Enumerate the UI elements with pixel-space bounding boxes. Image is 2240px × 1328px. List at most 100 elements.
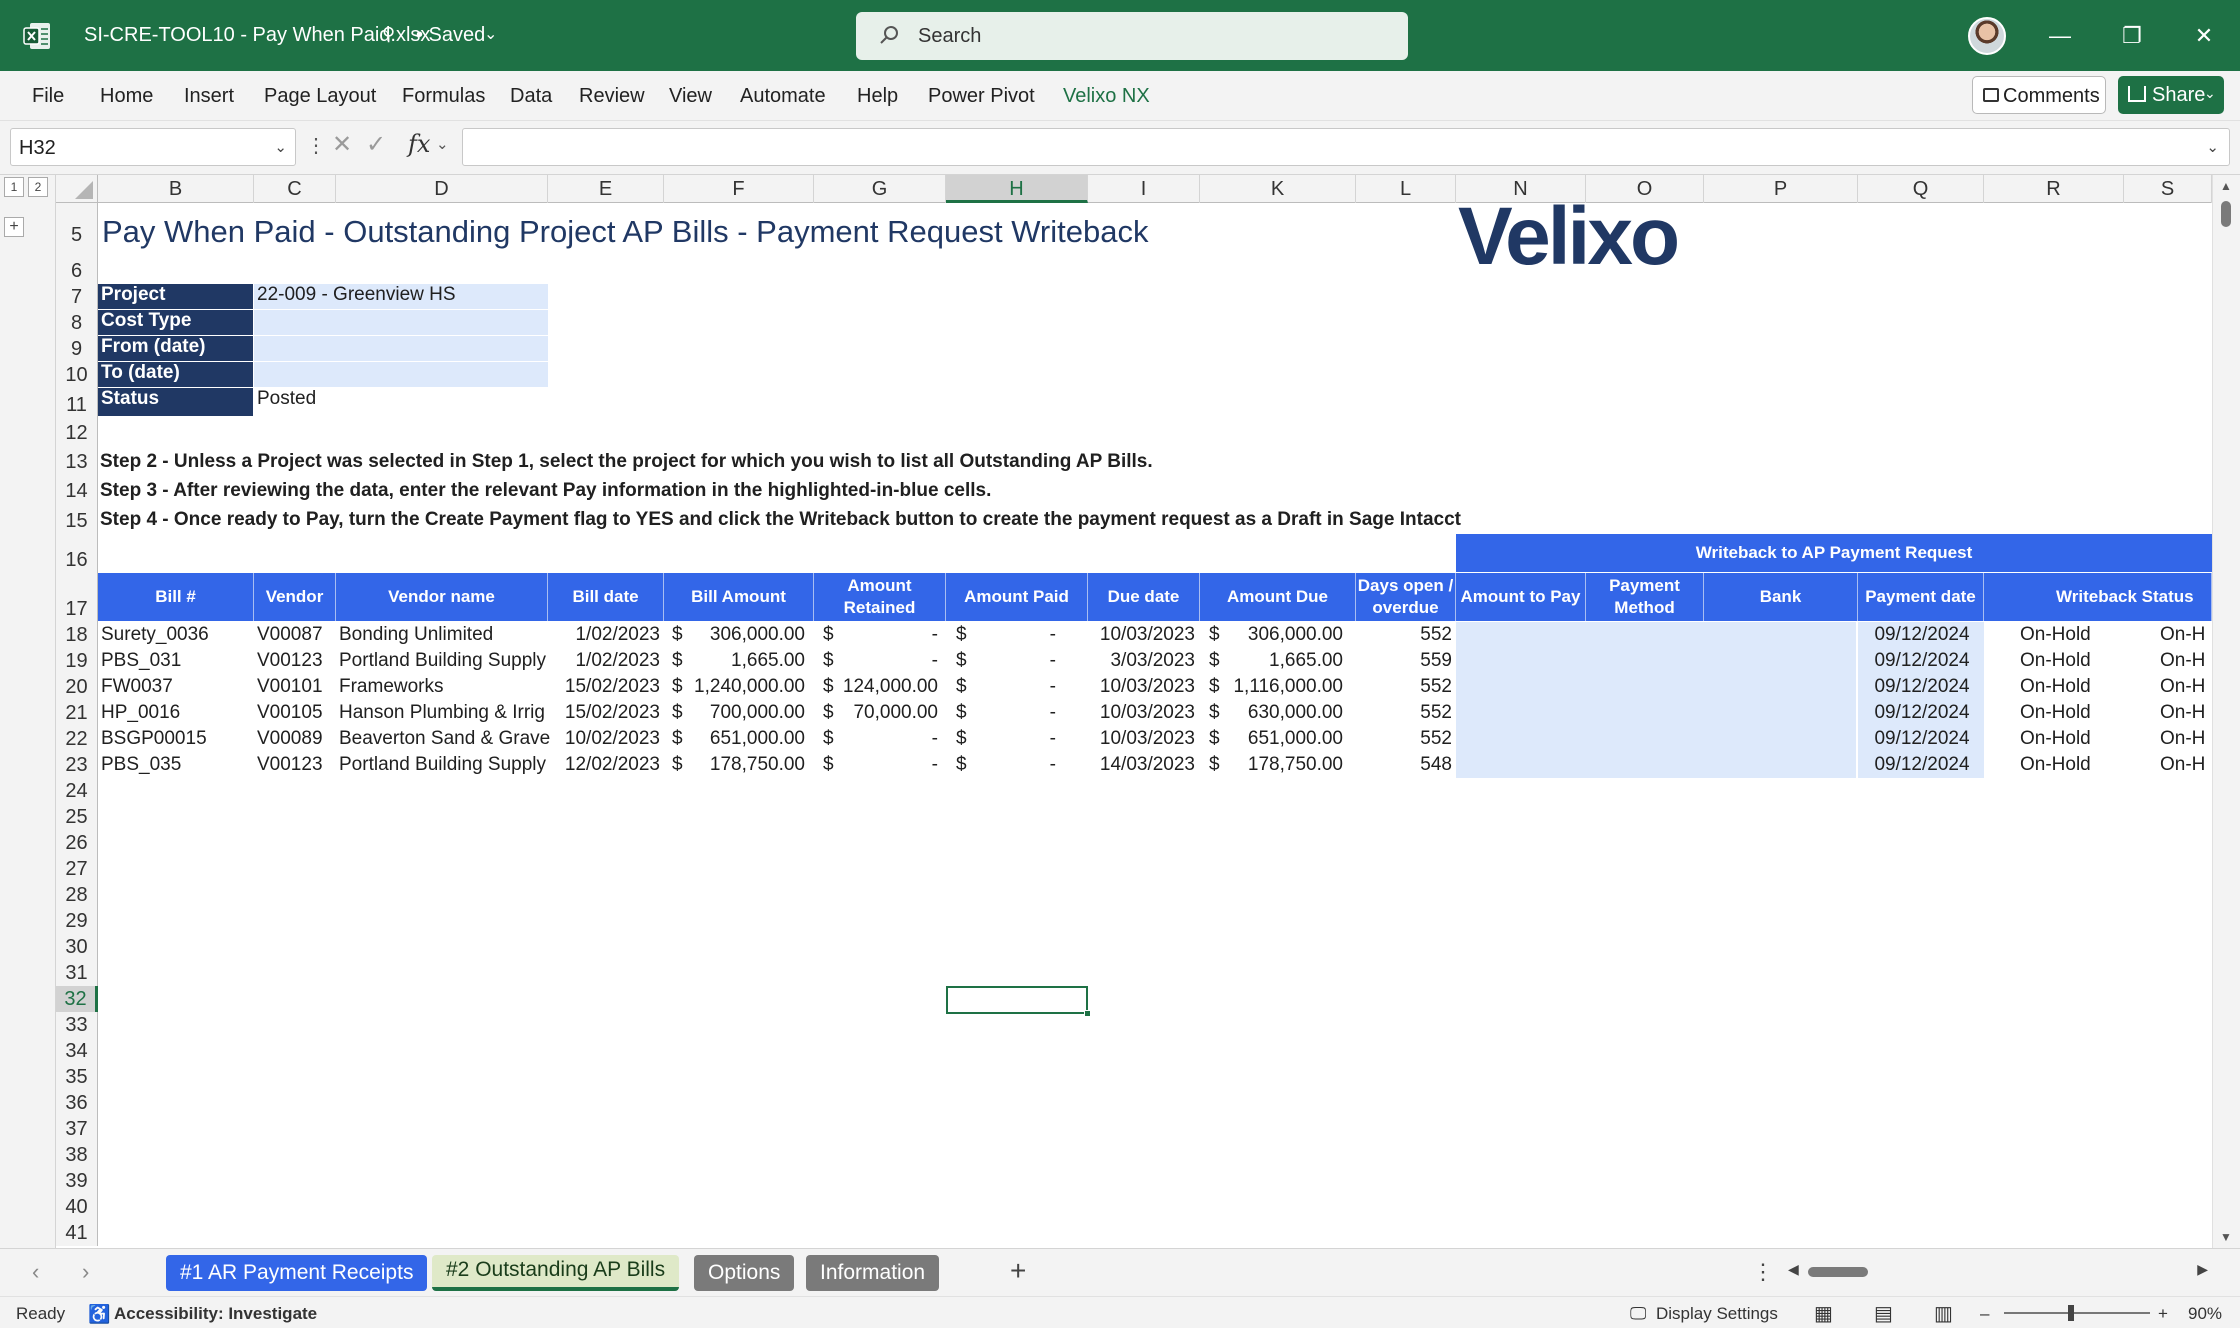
- tab-formulas[interactable]: Formulas: [402, 85, 485, 108]
- row-header-8[interactable]: 8: [56, 310, 98, 336]
- column-header-r[interactable]: R: [1984, 175, 2124, 203]
- param-value[interactable]: [254, 310, 548, 335]
- row-header-32[interactable]: 32: [56, 986, 98, 1012]
- vertical-scroll-thumb[interactable]: [2221, 201, 2231, 227]
- display-settings-button[interactable]: Display Settings: [1656, 1304, 1778, 1324]
- display-settings-icon[interactable]: 🖵: [1630, 1304, 1646, 1324]
- row-header-9[interactable]: 9: [56, 336, 98, 362]
- tab-home[interactable]: Home: [100, 85, 153, 108]
- row-header-33[interactable]: 33: [56, 1012, 98, 1038]
- column-header-f[interactable]: F: [664, 175, 814, 203]
- page-break-view-icon[interactable]: ▥: [1934, 1301, 1953, 1326]
- zoom-slider-knob[interactable]: [2068, 1305, 2074, 1321]
- prev-sheet-icon[interactable]: ‹: [32, 1259, 39, 1285]
- tab-view[interactable]: View: [669, 85, 712, 108]
- row-header-24[interactable]: 24: [56, 778, 98, 804]
- formula-input[interactable]: ⌄: [462, 128, 2230, 166]
- zoom-in-icon[interactable]: +: [2158, 1304, 2168, 1324]
- more-options-icon[interactable]: ⋮: [1752, 1259, 1774, 1285]
- excel-icon[interactable]: [22, 21, 52, 51]
- row-header-15[interactable]: 15: [56, 504, 98, 534]
- tab-data[interactable]: Data: [510, 85, 552, 108]
- row-header-39[interactable]: 39: [56, 1168, 98, 1194]
- column-header-b[interactable]: B: [98, 175, 254, 203]
- row-header-19[interactable]: 19: [56, 648, 98, 674]
- tab-file[interactable]: File: [32, 85, 64, 108]
- row-header-25[interactable]: 25: [56, 804, 98, 830]
- sheet-tab-options[interactable]: Options: [694, 1255, 795, 1291]
- tab-power-pivot[interactable]: Power Pivot: [928, 85, 1035, 108]
- row-header-16[interactable]: 16: [56, 534, 98, 573]
- row-header-10[interactable]: 10: [56, 362, 98, 388]
- name-box[interactable]: H32 ⌄: [10, 128, 296, 166]
- tab-insert[interactable]: Insert: [184, 85, 234, 108]
- document-title[interactable]: SI-CRE-TOOL10 - Pay When Paid.xlsx: [84, 24, 430, 47]
- row-header-30[interactable]: 30: [56, 934, 98, 960]
- zoom-out-icon[interactable]: –: [1980, 1304, 1989, 1324]
- zoom-slider[interactable]: [2004, 1312, 2150, 1314]
- next-sheet-icon[interactable]: ›: [82, 1259, 89, 1285]
- scroll-up-icon[interactable]: ▲: [2220, 179, 2232, 193]
- scroll-down-icon[interactable]: ▼: [2220, 1230, 2232, 1244]
- more-options-icon[interactable]: ⋮: [306, 133, 326, 158]
- enter-check-icon[interactable]: ✓: [366, 130, 386, 159]
- row-header-17[interactable]: 17: [56, 573, 98, 622]
- row-header-27[interactable]: 27: [56, 856, 98, 882]
- row-header-41[interactable]: 41: [56, 1220, 98, 1246]
- row-header-35[interactable]: 35: [56, 1064, 98, 1090]
- row-header-23[interactable]: 23: [56, 752, 98, 778]
- accessibility-status[interactable]: Accessibility: Investigate: [114, 1304, 317, 1324]
- column-header-s[interactable]: S: [2124, 175, 2212, 203]
- selected-cell-h32[interactable]: [946, 986, 1091, 1017]
- outline-level-2[interactable]: 2: [28, 177, 48, 197]
- row-header-34[interactable]: 34: [56, 1038, 98, 1064]
- outline-level-1[interactable]: 1: [4, 177, 24, 197]
- pay-input-area[interactable]: [1456, 622, 1856, 778]
- row-header-22[interactable]: 22: [56, 726, 98, 752]
- zoom-level[interactable]: 90%: [2188, 1304, 2222, 1324]
- row-header-14[interactable]: 14: [56, 475, 98, 504]
- column-header-k[interactable]: K: [1200, 175, 1356, 203]
- row-header-28[interactable]: 28: [56, 882, 98, 908]
- param-value[interactable]: [254, 362, 548, 387]
- row-header-40[interactable]: 40: [56, 1194, 98, 1220]
- close-button[interactable]: ✕: [2184, 16, 2224, 56]
- row-header-12[interactable]: 12: [56, 418, 98, 446]
- saved-status[interactable]: • Saved: [416, 24, 485, 47]
- row-header-26[interactable]: 26: [56, 830, 98, 856]
- row-header-18[interactable]: 18: [56, 622, 98, 648]
- user-avatar[interactable]: [1968, 17, 2006, 55]
- sheet-tab-ar-payment-receipts[interactable]: #1 AR Payment Receipts: [166, 1255, 428, 1291]
- normal-view-icon[interactable]: ▦: [1814, 1301, 1833, 1326]
- insert-function-icon[interactable]: fx: [408, 130, 430, 158]
- minimize-button[interactable]: —: [2040, 16, 2080, 56]
- row-header-7[interactable]: 7: [56, 284, 98, 310]
- tab-review[interactable]: Review: [579, 85, 645, 108]
- column-header-p[interactable]: P: [1704, 175, 1858, 203]
- param-value[interactable]: 22-009 - Greenview HS: [254, 284, 548, 309]
- expand-formula-icon[interactable]: ⌄: [2206, 138, 2219, 156]
- param-value[interactable]: [254, 336, 548, 361]
- comments-button[interactable]: Comments: [1972, 76, 2106, 114]
- tab-page-layout[interactable]: Page Layout: [264, 85, 376, 108]
- select-all-button[interactable]: [56, 175, 98, 203]
- add-sheet-icon[interactable]: +: [1010, 1255, 1026, 1287]
- vertical-scrollbar[interactable]: ▲ ▼: [2212, 175, 2240, 1248]
- scroll-left-icon[interactable]: ◀: [1788, 1261, 1799, 1278]
- tab-automate[interactable]: Automate: [740, 85, 826, 108]
- column-header-i[interactable]: I: [1088, 175, 1200, 203]
- row-header-36[interactable]: 36: [56, 1090, 98, 1116]
- chevron-down-icon[interactable]: ⌄: [484, 24, 497, 44]
- row-header-11[interactable]: 11: [56, 388, 98, 418]
- column-header-h[interactable]: H: [946, 175, 1088, 203]
- row-header-20[interactable]: 20: [56, 674, 98, 700]
- column-header-e[interactable]: E: [548, 175, 664, 203]
- row-header-29[interactable]: 29: [56, 908, 98, 934]
- param-value[interactable]: Posted: [254, 388, 548, 416]
- horizontal-scrollbar[interactable]: ◀ ▶: [1788, 1261, 2208, 1283]
- column-header-q[interactable]: Q: [1858, 175, 1984, 203]
- row-header-6[interactable]: 6: [56, 248, 98, 284]
- search-box[interactable]: Search: [856, 12, 1408, 60]
- horizontal-scroll-thumb[interactable]: [1808, 1267, 1868, 1277]
- sheet-tab-outstanding-ap-bills[interactable]: #2 Outstanding AP Bills: [432, 1255, 680, 1291]
